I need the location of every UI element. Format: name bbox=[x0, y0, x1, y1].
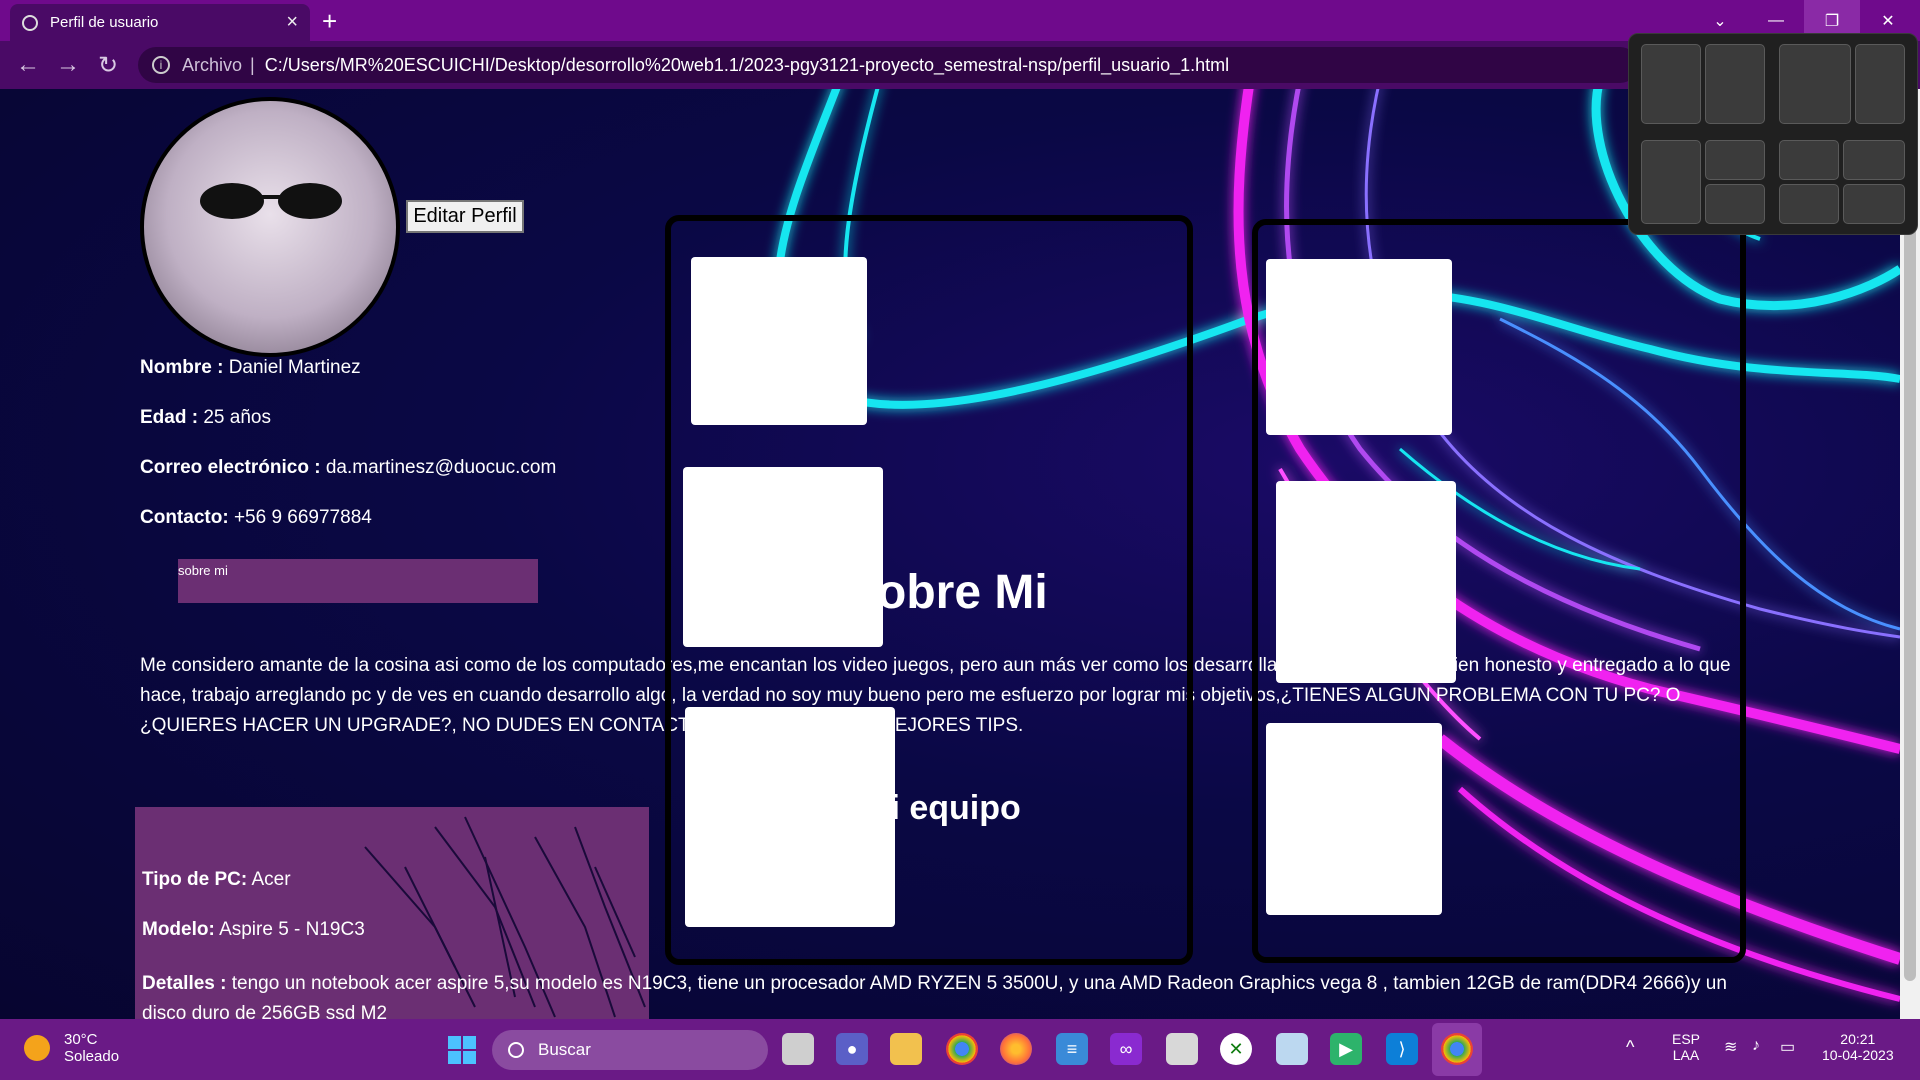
firefox-icon[interactable] bbox=[1000, 1033, 1032, 1065]
field-name-value: Daniel Martinez bbox=[228, 357, 361, 378]
about-card: obre Mi li equipo bbox=[665, 215, 1193, 965]
clock-date: 10-04-2023 bbox=[1822, 1047, 1894, 1063]
snap-zone[interactable] bbox=[1705, 140, 1765, 180]
notepad-icon[interactable]: ≡ bbox=[1056, 1033, 1088, 1065]
search-placeholder: Buscar bbox=[538, 1040, 591, 1059]
address-input[interactable]: i Archivo | C:/Users/MR%20ESCUICHI/Deskt… bbox=[138, 47, 1638, 83]
pc-details-value: tengo un notebook acer aspire 5,su model… bbox=[142, 973, 1727, 1019]
chevron-up-icon[interactable]: ^ bbox=[1626, 1037, 1634, 1058]
weather-widget[interactable]: 30°C Soleado bbox=[24, 1031, 119, 1065]
team-heading: li equipo bbox=[881, 789, 1021, 827]
chrome-profile-icon[interactable] bbox=[946, 1033, 978, 1065]
address-url: C:/Users/MR%20ESCUICHI/Desktop/desorroll… bbox=[264, 54, 1230, 75]
address-separator: | bbox=[250, 54, 255, 75]
file-explorer-icon[interactable] bbox=[890, 1033, 922, 1065]
snap-zone[interactable] bbox=[1779, 184, 1839, 224]
close-tab-icon[interactable]: × bbox=[286, 11, 298, 34]
snap-zone[interactable] bbox=[1641, 140, 1701, 224]
sunglasses-icon bbox=[200, 183, 342, 219]
redacted-block bbox=[1266, 259, 1452, 435]
sun-icon bbox=[24, 1035, 50, 1061]
chrome-icon[interactable] bbox=[1441, 1033, 1473, 1065]
globe-icon bbox=[22, 14, 38, 31]
pc-details-label: Detalles : bbox=[142, 973, 227, 994]
back-arrow-icon[interactable]: ← bbox=[12, 49, 44, 81]
field-name: Nombre : Daniel Martinez bbox=[140, 357, 361, 379]
forward-arrow-icon[interactable]: → bbox=[52, 49, 84, 81]
snap-zone[interactable] bbox=[1705, 44, 1765, 124]
about-tag-label: sobre mi bbox=[178, 563, 228, 578]
teams-chat-icon[interactable]: ● bbox=[836, 1033, 868, 1065]
snap-zone[interactable] bbox=[1779, 44, 1851, 124]
edit-profile-button[interactable]: Editar Perfil bbox=[406, 200, 524, 233]
taskbar: 30°C Soleado Buscar ● ≡ ∞ ✕ ▶ ⟩ ^ ESP LA… bbox=[0, 1019, 1920, 1080]
field-name-label: Nombre : bbox=[140, 357, 224, 378]
about-heading: obre Mi bbox=[877, 566, 1048, 619]
redacted-block bbox=[1266, 723, 1442, 915]
about-tag: sobre mi bbox=[178, 559, 538, 603]
xbox-icon[interactable]: ✕ bbox=[1220, 1033, 1252, 1065]
field-contact-value: +56 9 66977884 bbox=[233, 507, 372, 528]
game-app-icon[interactable]: ∞ bbox=[1110, 1033, 1142, 1065]
page-content: Editar Perfil Nombre : Daniel Martinez E… bbox=[0, 89, 1900, 1019]
field-email: Correo electrónico : da.martinesz@duocuc… bbox=[140, 457, 556, 479]
field-email-label: Correo electrónico : bbox=[140, 457, 321, 478]
pc-type: Tipo de PC: Acer bbox=[142, 869, 291, 891]
field-contact-label: Contacto: bbox=[140, 507, 229, 528]
pc-details: Detalles : tengo un notebook acer aspire… bbox=[142, 969, 1742, 1019]
snap-zone[interactable] bbox=[1855, 44, 1905, 124]
snap-zone[interactable] bbox=[1705, 184, 1765, 224]
snap-zone[interactable] bbox=[1779, 140, 1839, 180]
redacted-block bbox=[1276, 481, 1456, 683]
field-email-value: da.martinesz@duocuc.com bbox=[325, 457, 557, 478]
search-icon bbox=[508, 1042, 524, 1058]
wifi-icon[interactable]: ≋ bbox=[1724, 1037, 1737, 1057]
field-contact: Contacto: +56 9 66977884 bbox=[140, 507, 372, 529]
vscode-icon[interactable]: ⟩ bbox=[1386, 1033, 1418, 1065]
redacted-block bbox=[685, 707, 895, 927]
pc-type-label: Tipo de PC: bbox=[142, 869, 248, 890]
redacted-block bbox=[691, 257, 867, 425]
redacted-block bbox=[683, 467, 883, 647]
pc-model: Modelo: Aspire 5 - N19C3 bbox=[142, 919, 365, 941]
reload-icon[interactable]: ↻ bbox=[92, 49, 124, 81]
pc-type-value: Acer bbox=[251, 869, 291, 890]
windows-start-icon[interactable] bbox=[446, 1034, 478, 1066]
address-scheme: Archivo bbox=[182, 54, 243, 75]
weather-temp: 30°C bbox=[64, 1031, 98, 1048]
battery-icon[interactable]: ▭ bbox=[1780, 1037, 1795, 1057]
lang-top: ESP bbox=[1672, 1031, 1701, 1047]
tab-title: Perfil de usuario bbox=[50, 14, 159, 31]
snap-zone[interactable] bbox=[1843, 184, 1905, 224]
language-indicator[interactable]: ESP LAA bbox=[1672, 1031, 1700, 1063]
snap-layouts-flyout bbox=[1628, 33, 1918, 235]
pc-model-value: Aspire 5 - N19C3 bbox=[219, 919, 365, 940]
clock[interactable]: 20:21 10-04-2023 bbox=[1822, 1031, 1894, 1063]
taskbar-search[interactable]: Buscar bbox=[492, 1030, 768, 1070]
snap-zone[interactable] bbox=[1843, 140, 1905, 180]
weather-desc: Soleado bbox=[64, 1048, 120, 1065]
avatar bbox=[140, 97, 400, 357]
field-age-value: 25 años bbox=[203, 407, 271, 428]
clock-time: 20:21 bbox=[1840, 1031, 1876, 1047]
volume-icon[interactable]: ♪ bbox=[1752, 1037, 1760, 1055]
snap-zone[interactable] bbox=[1641, 44, 1701, 124]
field-age-label: Edad : bbox=[140, 407, 199, 428]
side-card bbox=[1252, 219, 1746, 963]
database-icon[interactable] bbox=[1276, 1033, 1308, 1065]
stack-app-icon[interactable] bbox=[1166, 1033, 1198, 1065]
browser-tab[interactable]: Perfil de usuario × bbox=[10, 4, 310, 41]
pc-model-label: Modelo: bbox=[142, 919, 215, 940]
info-icon[interactable]: i bbox=[152, 56, 170, 74]
lang-bottom: LAA bbox=[1672, 1047, 1700, 1063]
new-tab-button[interactable]: + bbox=[322, 6, 337, 37]
media-app-icon[interactable]: ▶ bbox=[1330, 1033, 1362, 1065]
field-age: Edad : 25 años bbox=[140, 407, 271, 429]
task-view-icon[interactable] bbox=[782, 1033, 814, 1065]
